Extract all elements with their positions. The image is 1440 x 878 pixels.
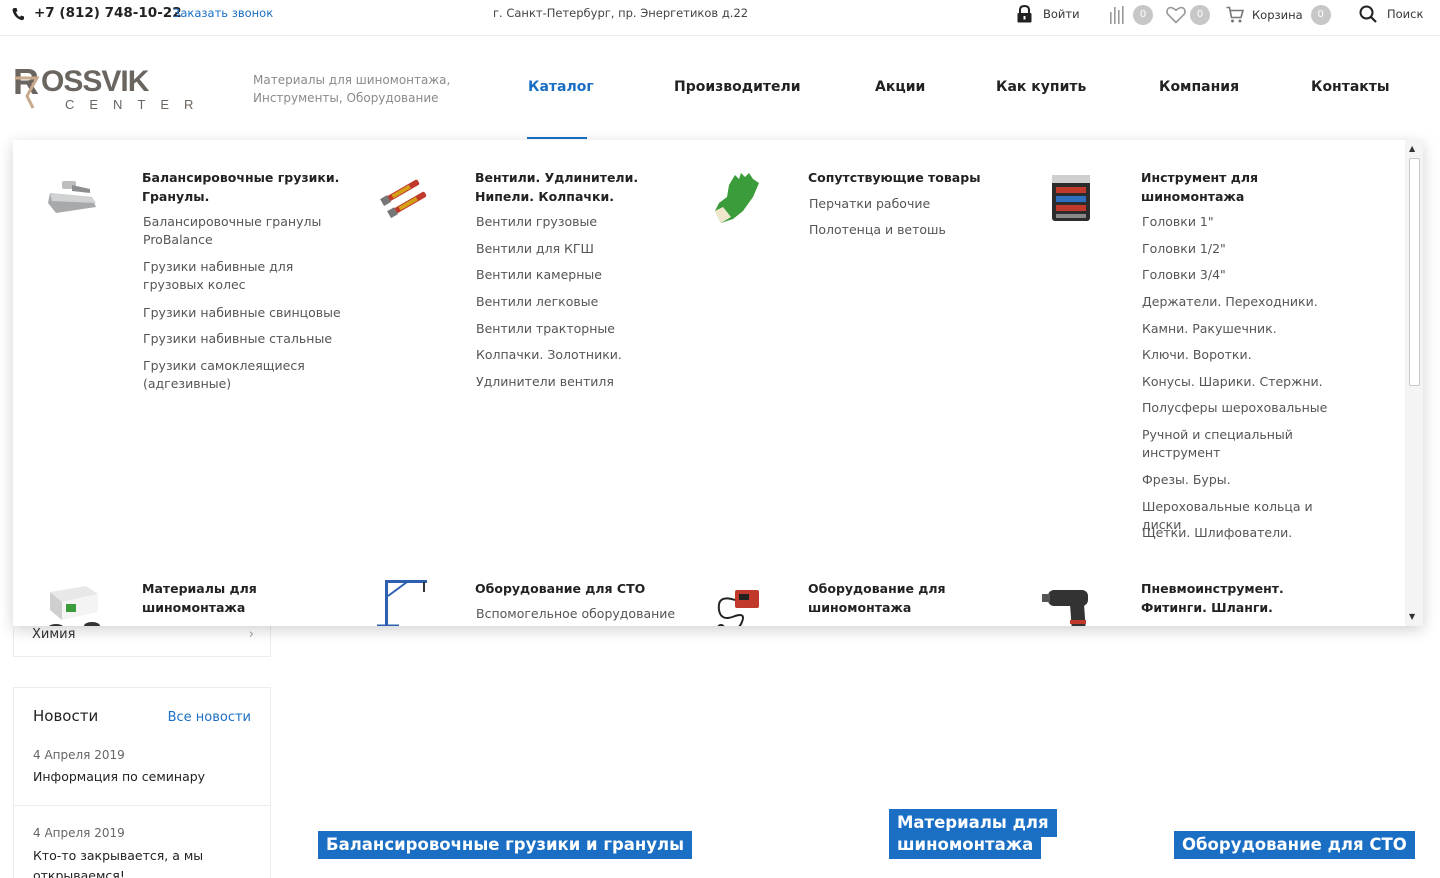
menu-link[interactable]: Полотенца и ветошь — [809, 221, 1019, 239]
menu-category-title[interactable]: Оборудование для СТО — [475, 579, 685, 598]
menu-link[interactable]: Грузики набивные свинцовые — [143, 304, 353, 322]
menu-link[interactable]: Вентили легковые — [476, 293, 686, 311]
toolbox-icon[interactable] — [1040, 167, 1102, 229]
nav-manufacturers[interactable]: Производители — [674, 79, 801, 95]
nav-active-indicator — [527, 137, 587, 139]
banner-label-sto[interactable]: Оборудование для СТО — [1174, 831, 1415, 859]
wheel-weight-icon[interactable] — [42, 167, 104, 229]
menu-link[interactable]: Щетки. Шлифователи. — [1142, 524, 1352, 542]
menu-link[interactable]: Фрезы. Буры. — [1142, 471, 1352, 489]
menu-category-title[interactable]: Инструмент для шиномонтажа — [1141, 168, 1351, 206]
callback-link[interactable]: Заказать звонок — [173, 6, 273, 20]
menu-category-title[interactable]: Оборудование для шиномонтажа — [808, 579, 1018, 617]
menu-link[interactable]: Конусы. Шарики. Стержни. — [1142, 373, 1352, 391]
impact-wrench-icon[interactable] — [1040, 576, 1102, 626]
menu-link[interactable]: Ручной и специальный инструмент — [1142, 426, 1352, 462]
scroll-thumb[interactable] — [1409, 158, 1420, 386]
sidebar-item-label: Химия — [32, 627, 76, 642]
site-header: R OSSVIK CENTER Материалы для шиномонтаж… — [0, 36, 1440, 140]
scroll-down-icon[interactable]: ▼ — [1409, 612, 1415, 621]
menu-category-title[interactable]: Сопутствующие товары — [808, 168, 1018, 187]
cart-icon — [1226, 6, 1244, 23]
svg-text:CENTER: CENTER — [65, 97, 203, 112]
menu-link[interactable]: Вентили тракторные — [476, 320, 686, 338]
valve-icon[interactable] — [375, 167, 437, 229]
menu-link[interactable]: Вентили грузовые — [476, 213, 686, 231]
news-item-link-cont[interactable]: открываемся! — [33, 868, 125, 878]
search-icon — [1359, 5, 1377, 23]
banner-label-weights[interactable]: Балансировочные грузики и гранулы — [318, 831, 693, 859]
nav-contacts[interactable]: Контакты — [1311, 79, 1390, 95]
login-label: Войти — [1043, 7, 1080, 21]
favorites-count: 0 — [1190, 5, 1210, 25]
news-date: 4 Апреля 2019 — [33, 826, 125, 840]
menu-link[interactable]: Вентили камерные — [476, 266, 686, 284]
cart-count: 0 — [1310, 5, 1331, 25]
banner-label-materials-2[interactable]: шиномонтажа — [889, 831, 1042, 859]
crane-icon[interactable] — [375, 576, 437, 626]
compare-icon — [1110, 6, 1124, 24]
menu-link[interactable]: Колпачки. Золотники. — [476, 346, 686, 364]
glove-icon[interactable] — [707, 167, 769, 229]
menu-link[interactable]: Вентили для КГШ — [476, 240, 686, 258]
menu-link[interactable]: Головки 1" — [1142, 213, 1352, 231]
menu-category-title[interactable]: Балансировочные грузики. Гранулы. — [142, 168, 352, 206]
nav-promotions[interactable]: Акции — [875, 79, 925, 95]
menu-link[interactable]: Головки 1/2" — [1142, 240, 1352, 258]
menu-link[interactable]: Грузики самоклеящиеся (адгезивные) — [143, 357, 353, 393]
compare-link[interactable]: 0 — [1109, 5, 1153, 25]
nav-how-to-buy[interactable]: Как купить — [996, 79, 1086, 95]
catalog-mega-menu: Балансировочные грузики. Гранулы. Баланс… — [13, 140, 1423, 626]
phone-number[interactable]: +7 (812) 748-10-22 — [34, 5, 182, 21]
menu-link[interactable]: Балансировочные гранулы ProBalance — [143, 213, 353, 249]
menu-link[interactable]: Грузики набивные стальные — [143, 330, 353, 348]
favorites-link[interactable]: 0 — [1166, 5, 1210, 25]
menu-category-title[interactable]: Пневмоинструмент. Фитинги. Шланги. — [1141, 579, 1351, 617]
nav-company[interactable]: Компания — [1159, 79, 1239, 95]
heart-icon — [1166, 6, 1186, 24]
news-item-link[interactable]: Информация по семинару — [33, 769, 205, 784]
site-tagline: Материалы для шиномонтажа, Инструменты, … — [253, 73, 451, 105]
menu-link[interactable]: Вспомогельное оборудование — [476, 605, 686, 623]
top-bar: +7 (812) 748-10-22 Заказать звонок г. Са… — [0, 0, 1440, 36]
search-button[interactable]: Поиск — [1359, 5, 1423, 23]
all-news-link[interactable]: Все новости — [168, 710, 251, 725]
news-item-link[interactable]: Кто-то закрывается, а мы — [33, 848, 203, 863]
lock-icon — [1017, 5, 1032, 23]
chevron-right-icon: › — [248, 627, 254, 642]
menu-link[interactable]: Удлинители вентиля — [476, 373, 686, 391]
search-label: Поиск — [1387, 7, 1424, 21]
menu-link[interactable]: Головки 3/4" — [1142, 266, 1352, 284]
menu-category-title[interactable]: Вентили. Удлинители. Нипели. Колпачки. — [475, 168, 685, 206]
menu-link[interactable]: Держатели. Переходники. — [1142, 293, 1352, 311]
news-divider — [14, 805, 270, 806]
news-title: Новости — [33, 707, 99, 725]
menu-link[interactable]: Перчатки рабочие — [809, 195, 1019, 213]
nav-catalog[interactable]: Каталог — [528, 79, 594, 95]
logo[interactable]: R OSSVIK CENTER — [13, 64, 203, 112]
menu-link[interactable]: Полусферы шероховальные — [1142, 399, 1352, 417]
news-date: 4 Апреля 2019 — [33, 748, 125, 762]
menu-link[interactable]: Камни. Ракушечник. — [1142, 320, 1352, 338]
compare-count: 0 — [1133, 5, 1153, 25]
cart-label: Корзина — [1252, 8, 1303, 22]
menu-link[interactable]: Грузики набивные для грузовых колес — [143, 258, 353, 294]
cart-link[interactable]: Корзина 0 — [1226, 5, 1331, 25]
svg-text:OSSVIK: OSSVIK — [41, 65, 150, 98]
tester-icon[interactable] — [707, 576, 769, 626]
patch-kit-icon[interactable] — [42, 576, 104, 626]
menu-scrollbar[interactable]: ▲ ▼ — [1405, 140, 1423, 626]
news-widget: Новости Все новости 4 Апреля 2019 Информ… — [13, 687, 271, 878]
phone-icon — [12, 8, 24, 21]
address: г. Санкт-Петербург, пр. Энергетиков д.22 — [493, 6, 749, 20]
login-link[interactable]: Войти — [1016, 5, 1080, 23]
menu-category-title[interactable]: Материалы для шиномонтажа — [142, 579, 352, 617]
menu-link[interactable]: Ключи. Воротки. — [1142, 346, 1352, 364]
scroll-up-icon[interactable]: ▲ — [1409, 144, 1415, 153]
